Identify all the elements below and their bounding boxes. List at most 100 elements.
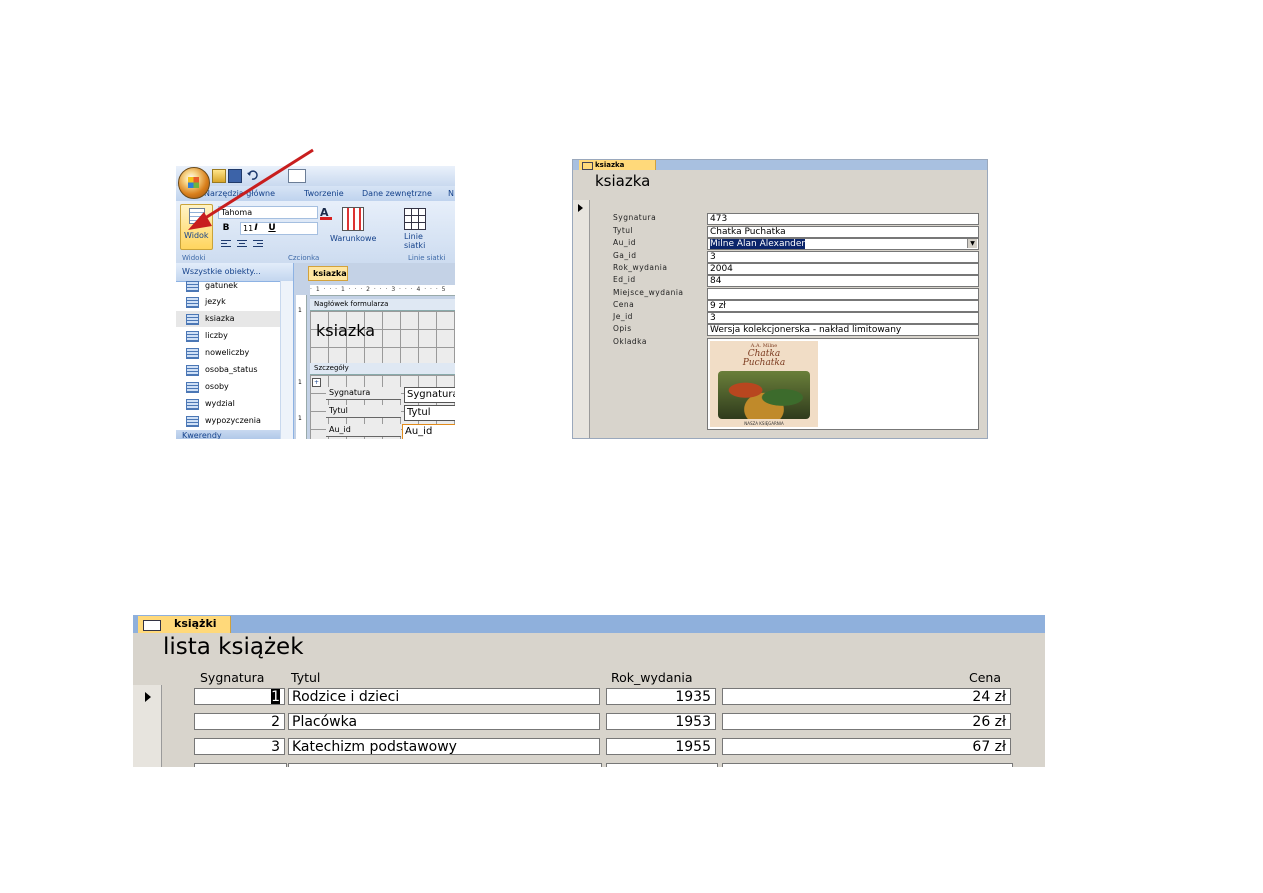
nav-item-noweliczby[interactable]: noweliczby [176, 345, 280, 361]
cell-tytul[interactable]: Katechizm podstawowy [288, 738, 600, 755]
conditional-format-label[interactable]: Warunkowe [330, 234, 376, 243]
list-form-panel: książki lista książek Sygnatura Tytul Ro… [133, 615, 1045, 767]
tab-home[interactable]: Narzędzia główne [204, 189, 275, 198]
field-je-id[interactable]: 3 [707, 312, 979, 324]
cell-tytul-partial[interactable] [288, 763, 602, 767]
underline-button[interactable]: U [266, 222, 278, 234]
align-right-icon[interactable] [252, 238, 264, 248]
design-textbox-au-id[interactable]: Au_id [402, 424, 455, 439]
list-title: lista książek [163, 634, 304, 660]
tab-external-data[interactable]: Dane zewnętrzne [362, 189, 432, 198]
move-handle-icon[interactable]: + [312, 378, 321, 387]
cover-image-frame[interactable]: A.A. Milne Chatka Puchatka NASZA KSIĘGARN… [707, 338, 979, 430]
record-selector[interactable] [133, 710, 162, 736]
field-ga-id[interactable]: 3 [707, 251, 979, 263]
design-textbox-sygnatura[interactable]: Sygnatura [404, 387, 455, 403]
field-label-au-id: Au_id [613, 238, 636, 247]
align-left-icon[interactable] [220, 238, 232, 248]
field-label-opis: Opis [613, 324, 632, 333]
table-icon [186, 365, 199, 376]
nav-item-ksiazka[interactable]: ksiazka [176, 311, 280, 327]
cell-rok[interactable]: 1935 [606, 688, 716, 705]
cell-tytul[interactable]: Rodzice i dzieci [288, 688, 600, 705]
cell-rok[interactable]: 1955 [606, 738, 716, 755]
record-selector[interactable] [133, 735, 162, 761]
design-label-au-id[interactable]: Au_id [326, 424, 401, 437]
chevron-down-icon[interactable]: ▼ [967, 239, 977, 248]
cell-sygnatura-partial[interactable] [194, 763, 287, 767]
details-section-label: Szczegóły [314, 364, 349, 372]
field-cena[interactable]: 9 zł [707, 300, 979, 312]
record-selector[interactable] [573, 200, 590, 438]
save-icon[interactable] [228, 169, 242, 183]
tab-more[interactable]: N [448, 189, 454, 198]
nav-item-label: liczby [205, 331, 228, 340]
open-folder-icon[interactable] [212, 169, 226, 183]
field-opis[interactable]: Wersja kolekcjonerska - nakład limitowan… [707, 324, 979, 336]
nav-scrollbar[interactable] [280, 281, 293, 439]
design-label-sygnatura[interactable]: Sygnatura [326, 387, 401, 400]
form-view-dropdown-icon[interactable] [288, 169, 306, 183]
form-tab-label: ksiazka [595, 161, 625, 169]
form-design-surface: ksiazka · 1 · · · 1 · · · 2 · · · 3 · · … [294, 263, 455, 439]
undo-icon[interactable] [246, 169, 258, 181]
field-tytul[interactable]: Chatka Puchatka [707, 226, 979, 238]
cell-rok[interactable]: 1953 [606, 713, 716, 730]
field-label-cena: Cena [613, 300, 635, 309]
table-icon [186, 399, 199, 410]
field-au-id-combo[interactable]: Milne Alan Alexander ▼ [707, 238, 979, 250]
field-rok-wydania[interactable]: 2004 [707, 263, 979, 275]
header-title-label[interactable]: ksiazka [316, 321, 375, 340]
nav-item-osoby[interactable]: osoby [176, 379, 280, 395]
gridlines-icon[interactable] [404, 208, 426, 230]
access-design-view-panel: Narzędzia główne Tworzenie Dane zewnętrz… [176, 166, 455, 439]
form-tab-bar: ksiazka [573, 160, 987, 170]
field-sygnatura[interactable]: 473 [707, 213, 979, 225]
cover-title: Chatka Puchatka [710, 350, 818, 368]
bold-button[interactable]: B [220, 222, 232, 234]
office-button[interactable] [178, 167, 210, 199]
form-header-section-label: Nagłówek formularza [314, 300, 389, 308]
details-section-bar[interactable]: Szczegóły [310, 363, 455, 375]
column-header-rok-wydania: Rok_wydania [611, 670, 693, 685]
field-ed-id[interactable]: 84 [707, 275, 979, 287]
nav-item-liczby[interactable]: liczby [176, 328, 280, 344]
record-selector[interactable] [133, 685, 162, 711]
cell-cena[interactable]: 24 zł [722, 688, 1011, 705]
conditional-format-icon[interactable] [342, 207, 364, 231]
cell-rok-partial[interactable] [606, 763, 718, 767]
document-tab-ksiazka[interactable]: ksiazka [308, 266, 348, 281]
group-label-font: Czcionka [288, 254, 320, 262]
cell-cena[interactable]: 67 zł [722, 738, 1011, 755]
ribbon-tabs: Narzędzia główne Tworzenie Dane zewnętrz… [176, 186, 455, 201]
form-header-section-bar[interactable]: Nagłówek formularza [310, 299, 455, 311]
nav-group-queries[interactable]: Kwerendy [176, 430, 280, 439]
document-tab-ksiazki[interactable]: książki [138, 616, 231, 633]
cell-sygnatura[interactable]: 2 [194, 713, 285, 730]
gridlines-label[interactable]: Linie siatki [404, 232, 425, 250]
nav-item-wypozyczenia[interactable]: wypozyczenia [176, 413, 280, 429]
nav-item-wydzial[interactable]: wydzial [176, 396, 280, 412]
column-header-tytul: Tytul [291, 670, 321, 685]
design-textbox-tytul[interactable]: Tytul [404, 405, 455, 421]
nav-item-gatunek[interactable]: gatunek [176, 278, 280, 294]
field-label-sygnatura: Sygnatura [613, 213, 657, 222]
cell-cena-partial[interactable] [722, 763, 1013, 767]
design-label-tytul[interactable]: Tytul [326, 405, 401, 418]
table-icon [186, 281, 199, 292]
cell-tytul[interactable]: Placówka [288, 713, 600, 730]
align-center-icon[interactable] [236, 238, 248, 248]
nav-item-osoba-status[interactable]: osoba_status [176, 362, 280, 378]
cell-cena[interactable]: 26 zł [722, 713, 1011, 730]
italic-button[interactable]: I [250, 222, 262, 234]
field-au-id-value: Milne Alan Alexander [710, 239, 806, 249]
record-selector[interactable] [133, 760, 162, 767]
cell-sygnatura[interactable]: 3 [194, 738, 285, 755]
view-button[interactable]: Widok [180, 204, 213, 250]
tab-create[interactable]: Tworzenie [304, 189, 344, 198]
document-tab-ksiazka-form[interactable]: ksiazka [579, 160, 656, 170]
nav-item-jezyk[interactable]: jezyk [176, 294, 280, 310]
font-name-combo[interactable]: Tahoma [218, 206, 318, 219]
field-miejsce-wydania[interactable] [707, 288, 979, 300]
cell-sygnatura[interactable]: 1 [194, 688, 285, 705]
